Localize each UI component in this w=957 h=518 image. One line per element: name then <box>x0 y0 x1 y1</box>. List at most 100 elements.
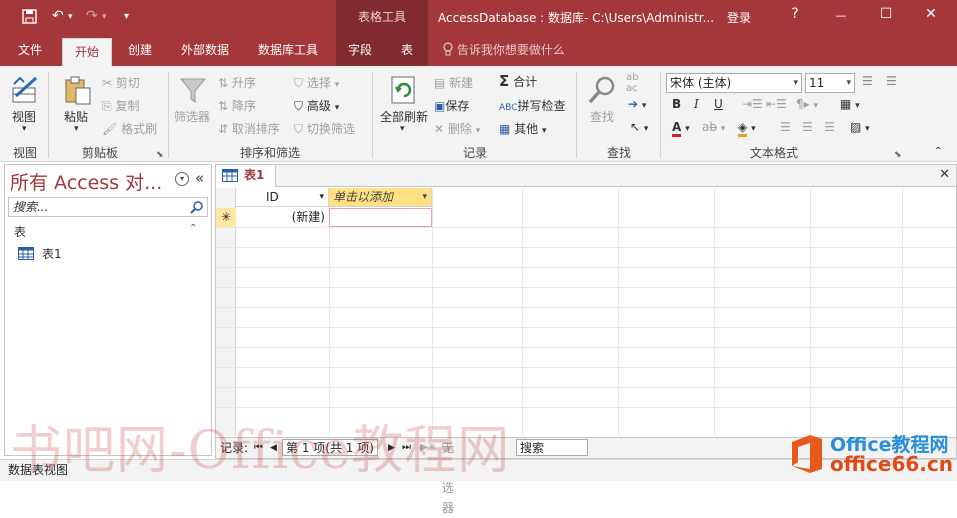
new-record-button[interactable]: ▤ 新建 <box>434 74 473 91</box>
left-to-right-icon[interactable]: ¶▸ ▾ <box>796 97 818 111</box>
tab-database-tools[interactable]: 数据库工具 <box>250 34 326 66</box>
close-document-icon[interactable]: ✕ <box>939 167 950 182</box>
delete-label: 删除 <box>447 122 472 136</box>
tab-file[interactable]: 文件 <box>8 34 52 66</box>
advanced-filter-icon: ⛉ <box>294 99 304 113</box>
copy-button[interactable]: ⎘ 复制 <box>102 97 139 114</box>
new-record-id-cell[interactable]: (新建) <box>236 208 329 227</box>
tell-me-text: 告诉我你想要做什么 <box>456 43 565 57</box>
indent-decrease-icon[interactable]: ⇤☰ <box>766 97 787 111</box>
replace-icon[interactable]: ab ac <box>626 72 638 94</box>
view-label: 视图 <box>12 110 37 124</box>
group-label-text-format: 文本格式 <box>750 146 799 160</box>
minimize-button[interactable]: — <box>831 9 851 22</box>
delete-record-button[interactable]: ✕ 删除 ▾ <box>434 120 480 137</box>
sort-ascending-button[interactable]: ⇅ 升序 <box>218 74 256 91</box>
tab-fields[interactable]: 字段 <box>340 34 380 66</box>
nav-item-table1[interactable]: 表1 <box>18 245 62 262</box>
undo-icon[interactable]: ↶ <box>52 8 64 24</box>
nav-section-tables[interactable]: 表 <box>14 223 26 240</box>
format-painter-button[interactable]: 🖌 格式刷 <box>102 120 157 137</box>
toggle-filter-button[interactable]: ⛉ 切换筛选 <box>294 120 355 137</box>
selected-cell[interactable] <box>329 208 432 227</box>
format-painter-label: 格式刷 <box>121 122 158 136</box>
gridlines-icon[interactable]: ▦ ▾ <box>840 97 860 111</box>
close-button[interactable]: ✕ <box>921 6 941 22</box>
font-name-combo[interactable]: 宋体 (主体) ▾ <box>666 73 802 93</box>
numbering-icon[interactable]: ☰ <box>886 74 897 88</box>
login-button[interactable]: 登录 <box>727 9 751 26</box>
paste-icon <box>65 76 91 105</box>
doc-tab-table1[interactable]: 表1 <box>216 165 276 187</box>
collapse-ribbon-icon[interactable]: ⌃ <box>934 146 942 157</box>
paste-button[interactable]: 粘贴 ▾ <box>58 72 98 142</box>
totals-button[interactable]: Σ 合计 <box>499 72 537 90</box>
help-button[interactable]: ? <box>785 6 805 22</box>
maximize-button[interactable]: ☐ <box>876 6 896 22</box>
find-button[interactable]: 查找 <box>582 72 624 142</box>
underline-button[interactable]: U <box>714 97 723 111</box>
text-format-launcher-icon[interactable]: ⬊ <box>894 150 902 160</box>
collapse-section-icon[interactable]: ⌃ <box>189 223 197 234</box>
search-icon[interactable] <box>190 200 204 214</box>
customize-qat-icon[interactable]: ▾ <box>124 11 129 22</box>
column-header-click-to-add[interactable]: 单击以添加 ▾ <box>329 188 432 207</box>
chevron-down-icon[interactable]: ▾ <box>422 188 427 206</box>
cut-button[interactable]: ✂ 剪切 <box>102 74 140 91</box>
more-button[interactable]: ▦ 其他 ▾ <box>499 120 547 137</box>
undo-dropdown-icon[interactable]: ▾ <box>68 12 73 22</box>
italic-button[interactable]: I <box>694 97 699 111</box>
font-size-combo[interactable]: 11 ▾ <box>805 73 855 93</box>
delete-icon: ✕ <box>434 122 445 136</box>
clipboard-launcher-icon[interactable]: ⬊ <box>156 150 164 160</box>
new-record-marker-icon[interactable]: ✳ <box>216 208 236 227</box>
chevron-down-icon[interactable]: ▾ <box>319 188 324 206</box>
indent-increase-icon[interactable]: ⇥☰ <box>742 97 763 111</box>
redo-icon[interactable]: ↷ <box>86 8 98 24</box>
redo-dropdown-icon[interactable]: ▾ <box>102 12 107 22</box>
nav-pane-title[interactable]: 所有 Access 对... <box>10 168 162 195</box>
refresh-icon <box>391 76 415 104</box>
shutter-bar-collapse-icon[interactable]: « <box>195 169 204 187</box>
window-title: AccessDatabase : 数据库- C:\Users\Administr… <box>438 11 715 25</box>
spelling-button[interactable]: ABC拼写检查 <box>499 97 565 114</box>
save-record-button[interactable]: ▣保存 <box>434 97 469 114</box>
selection-button[interactable]: ⛉ 选择 ▾ <box>294 74 339 91</box>
tab-create[interactable]: 创建 <box>118 34 162 66</box>
spelling-icon: ABC <box>499 103 518 113</box>
align-right-icon[interactable]: ☰ <box>824 120 835 134</box>
nav-menu-dropdown-icon[interactable]: ▾ <box>175 172 189 186</box>
advanced-button[interactable]: ⛉ 高级 ▾ <box>294 97 339 114</box>
group-label-find: 查找 <box>607 146 632 160</box>
align-center-icon[interactable]: ☰ <box>802 120 813 134</box>
view-button[interactable]: 视图 ▾ <box>6 72 46 142</box>
goto-icon[interactable]: ➔ ▾ <box>628 97 646 111</box>
record-search-input[interactable]: 搜索 <box>516 439 588 456</box>
select-cursor-icon[interactable]: ↖ ▾ <box>630 120 648 134</box>
nav-search-input[interactable]: 搜索... <box>8 197 208 217</box>
bullets-icon[interactable]: ☰ <box>862 74 873 88</box>
alternate-row-color-icon[interactable]: ▨ ▾ <box>850 120 870 134</box>
office-logo-icon <box>792 435 822 473</box>
datasheet-grid[interactable]: ID ▾ 单击以添加 ▾ ✳ (新建) <box>216 188 956 436</box>
highlight-icon[interactable]: ab̶ ▾ <box>702 120 725 134</box>
save-icon[interactable] <box>22 9 37 24</box>
tell-me-search[interactable]: 告诉我你想要做什么 <box>443 34 565 66</box>
align-left-icon[interactable]: ☰ <box>780 120 791 134</box>
grid-line <box>216 247 956 248</box>
tab-table[interactable]: 表 <box>392 34 422 66</box>
refresh-all-button[interactable]: 全部刷新 ▾ <box>376 72 432 142</box>
bold-button[interactable]: B <box>672 97 681 111</box>
tab-home[interactable]: 开始 <box>62 38 112 66</box>
tab-external-data[interactable]: 外部数据 <box>172 34 238 66</box>
font-color-button[interactable]: A ▾ <box>672 120 690 137</box>
copy-label: 复制 <box>115 99 140 113</box>
column-header-id[interactable]: ID ▾ <box>236 188 329 207</box>
font-size-value: 11 <box>809 76 825 90</box>
filter-button[interactable]: 筛选器 <box>172 72 214 142</box>
title-bar: ↶ ▾ ↷ ▾ ▾ 表格工具 AccessDatabase : 数据库- C:\… <box>0 0 957 34</box>
fill-color-icon[interactable]: ◈ ▾ <box>738 120 756 137</box>
sort-descending-button[interactable]: ⇅ 降序 <box>218 97 256 114</box>
grid-line <box>522 188 523 436</box>
remove-sort-button[interactable]: ⇵ 取消排序 <box>218 120 280 137</box>
